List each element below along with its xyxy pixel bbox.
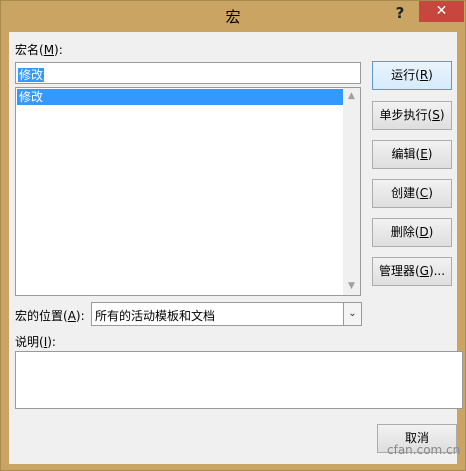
run-button[interactable]: 运行(R) <box>372 61 452 90</box>
chevron-down-icon[interactable]: ⌄ <box>343 303 361 325</box>
macro-list[interactable]: 修改 ▲ ▼ <box>15 87 361 296</box>
close-button[interactable]: ✕ <box>419 1 464 22</box>
delete-button[interactable]: 删除(D) <box>372 218 452 247</box>
list-item[interactable]: 修改 <box>17 89 345 105</box>
description-textarea[interactable] <box>15 351 463 409</box>
edit-button[interactable]: 编辑(E) <box>372 140 452 169</box>
vertical-scrollbar[interactable]: ▲ ▼ <box>343 88 360 295</box>
description-label: 说明(I): <box>15 335 56 349</box>
scroll-down-icon[interactable]: ▼ <box>343 278 360 295</box>
scroll-up-icon[interactable]: ▲ <box>343 88 360 105</box>
watermark-text: cfan.com.cn <box>387 443 461 457</box>
organizer-button[interactable]: 管理器(G)... <box>372 257 452 286</box>
help-button[interactable]: ? <box>385 2 415 24</box>
title-bar: 宏 ? ✕ <box>1 1 465 32</box>
macro-location-select[interactable]: 所有的活动模板和文档 ⌄ <box>91 302 362 326</box>
step-into-button[interactable]: 单步执行(S) <box>372 101 452 130</box>
create-button[interactable]: 创建(C) <box>372 179 452 208</box>
macro-dialog: 宏 ? ✕ 宏名(M): 修改 修改 ▲ ▼ 运行(R) 单步执行(S) 编辑(… <box>0 0 466 471</box>
macro-name-input[interactable]: 修改 <box>15 62 361 84</box>
macro-name-label: 宏名(M): <box>15 43 63 57</box>
dialog-body: 宏名(M): 修改 修改 ▲ ▼ 运行(R) 单步执行(S) 编辑(E) 创建(… <box>9 32 463 464</box>
macro-location-label: 宏的位置(A): <box>15 309 85 323</box>
macro-location-value: 所有的活动模板和文档 <box>95 309 216 323</box>
macro-name-value: 修改 <box>18 68 45 82</box>
watermark: cfan.com.cn <box>387 443 461 463</box>
